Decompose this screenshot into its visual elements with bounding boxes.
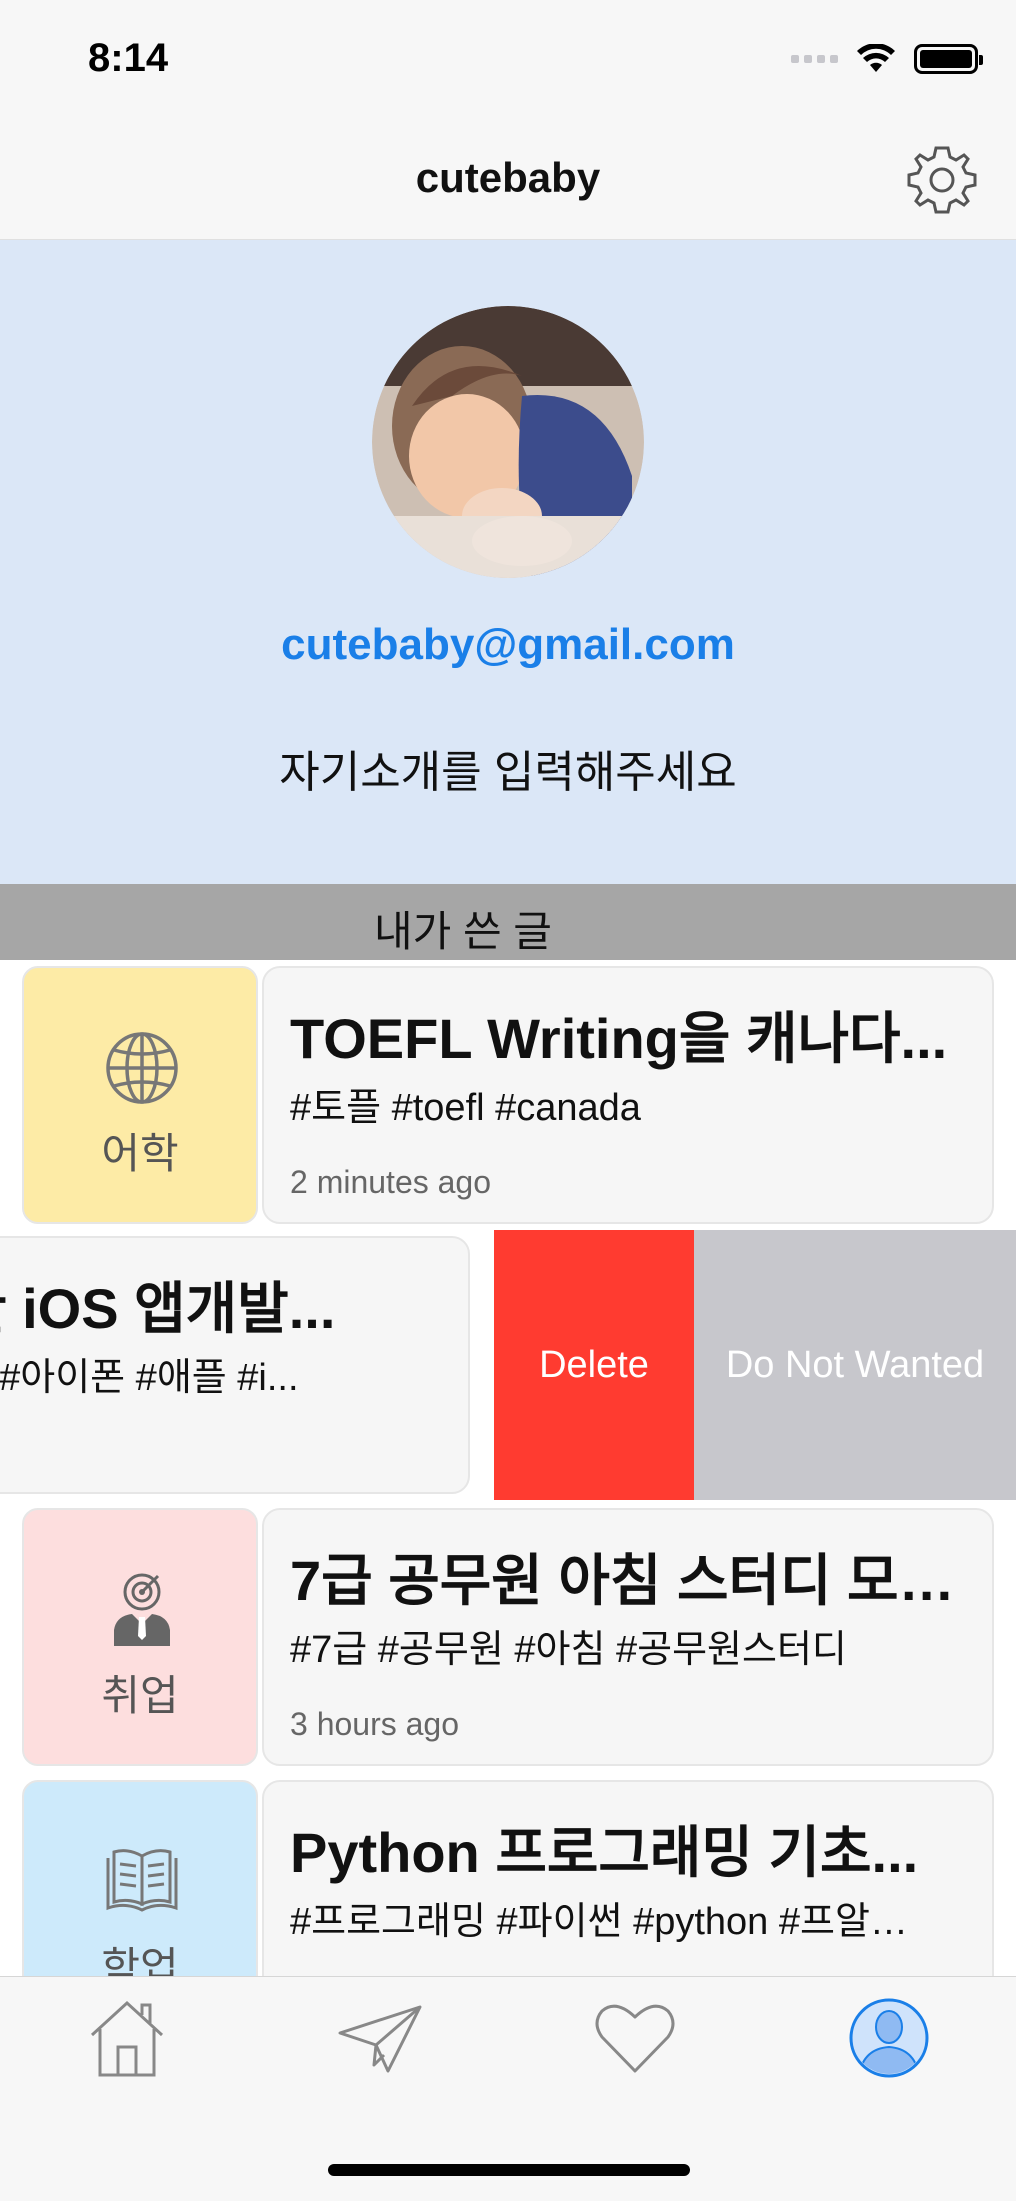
list-item[interactable]: 어학 TOEFL Writing을 캐나다... #토플 #toefl #can… — [0, 960, 1016, 1232]
wifi-icon — [857, 44, 895, 72]
my-posts-list[interactable]: 어학 TOEFL Writing을 캐나다... #토플 #toefl #can… — [0, 960, 1016, 1976]
paper-plane-icon[interactable] — [336, 1993, 426, 2083]
section-title: 내가 쓴 글 — [374, 908, 552, 955]
book-icon — [106, 1849, 178, 1912]
job-target-icon — [114, 1573, 170, 1646]
list-item[interactable]: 취업 7급 공무원 아침 스터디 모… #7급 #공무원 #아침 #공무원스터디… — [0, 1502, 1016, 1774]
category-tile[interactable]: 어학 — [22, 966, 258, 1224]
category-tile[interactable]: 취업 — [22, 1508, 258, 1766]
post-title: 7급 공무원 아침 스터디 모… — [290, 1549, 955, 1612]
profile-icon[interactable] — [844, 1993, 934, 2083]
profile-intro-text[interactable]: 자기소개를 입력해주세요 — [0, 736, 1016, 800]
cellular-signal-icon — [791, 55, 838, 63]
category-tile[interactable]: 학업 — [22, 1780, 258, 1976]
section-header: 내가 쓴 글 — [0, 884, 1016, 960]
post-tags: #7급 #공무원 #아침 #공무원스터디 — [290, 1629, 847, 1671]
post-title: 활용한 iOS 앱개발... — [0, 1277, 336, 1340]
delete-button[interactable]: Delete — [494, 1230, 694, 1500]
list-item[interactable]: 활용한 iOS 앱개발... ...프알못 #아이폰 #애플 #i... Del… — [0, 1230, 1016, 1502]
profile-email-link[interactable]: cutebaby@gmail.com — [0, 620, 1016, 670]
post-tags: ...프알못 #아이폰 #애플 #i... — [0, 1357, 299, 1399]
post-tags: #프로그래밍 #파이썬 #python #프알… — [290, 1901, 908, 1943]
home-indicator — [328, 2164, 690, 2176]
profile-header: cutebaby@gmail.com 자기소개를 입력해주세요 — [0, 240, 1016, 884]
post-time: 3 hours ago — [290, 1706, 460, 1742]
page-title: cutebaby — [415, 154, 601, 201]
status-bar: 8:14 — [0, 0, 1016, 120]
category-label: 학업 — [101, 1944, 179, 1976]
post-card[interactable]: 활용한 iOS 앱개발... ...프알못 #아이폰 #애플 #i... — [0, 1236, 470, 1494]
gear-icon[interactable] — [904, 142, 980, 218]
post-card[interactable]: 7급 공무원 아침 스터디 모… #7급 #공무원 #아침 #공무원스터디 3 … — [262, 1508, 994, 1766]
status-icons — [791, 44, 983, 74]
battery-icon — [914, 44, 983, 74]
profile-photo[interactable] — [372, 306, 644, 578]
do-not-wanted-button[interactable]: Do Not Wanted — [694, 1230, 1016, 1500]
status-time: 8:14 — [88, 36, 169, 80]
post-title: TOEFL Writing을 캐나다... — [290, 1007, 948, 1070]
globe-icon — [106, 1032, 178, 1104]
category-label: 어학 — [101, 1130, 179, 1177]
post-tags: #토플 #toefl #canada — [290, 1087, 641, 1129]
list-item[interactable]: 학업 Python 프로그래밍 기초... #프로그래밍 #파이썬 #pytho… — [0, 1774, 1016, 1976]
navigation-bar: cutebaby — [0, 120, 1016, 240]
heart-icon[interactable] — [590, 1993, 680, 2083]
post-title: Python 프로그래밍 기초... — [290, 1821, 919, 1884]
home-icon[interactable] — [82, 1993, 172, 2083]
category-label: 취업 — [101, 1672, 179, 1719]
post-card[interactable]: Python 프로그래밍 기초... #프로그래밍 #파이썬 #python #… — [262, 1780, 994, 1976]
post-time: 2 minutes ago — [290, 1164, 492, 1200]
post-card[interactable]: TOEFL Writing을 캐나다... #토플 #toefl #canada… — [262, 966, 994, 1224]
